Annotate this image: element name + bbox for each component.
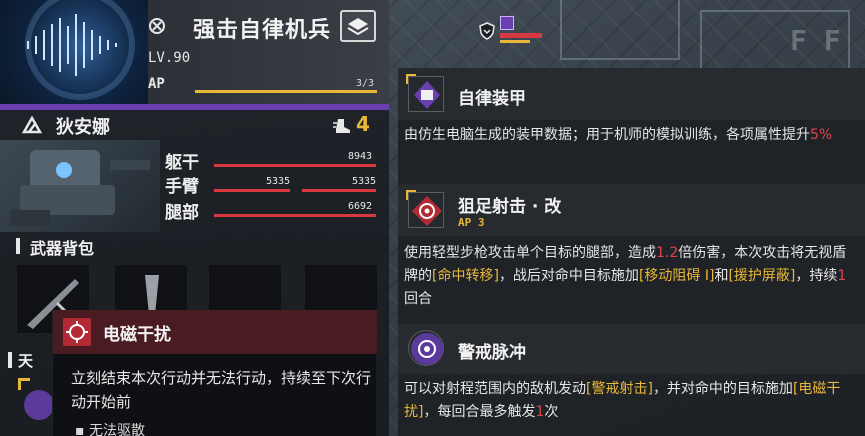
selection-corner xyxy=(18,378,30,390)
skill-ap-cost: AP 3 xyxy=(458,216,485,229)
pilot-name: 狄安娜 xyxy=(56,117,110,138)
voice-waveform-portrait xyxy=(0,0,148,104)
skill-desc-text: 由仿生电脑生成的装甲数据；用于机师的模拟训练，各项属性提升 xyxy=(404,127,810,143)
skill-name-pulse: 警戒脉冲 xyxy=(458,343,526,363)
tooltip-description: 立刻结束本次行动并无法行动，持续至下次行动开始前 xyxy=(71,369,372,411)
skill-desc-armor: 由仿生电脑生成的装甲数据；用于机师的模拟训练，各项属性提升5% xyxy=(404,124,860,147)
skill-desc-text: ，持续 xyxy=(795,268,838,284)
part-hp-bar-torso xyxy=(214,164,376,167)
part-name-arms: 手臂 xyxy=(165,177,199,197)
section-marker xyxy=(16,238,20,254)
skill-desc-text: 回合 xyxy=(404,291,432,307)
tooltip-title: 电磁干扰 xyxy=(103,325,171,345)
skill-desc-highlight: 1.2 xyxy=(656,245,679,261)
skill-desc-snipe: 使用轻型步枪攻击单个目标的腿部，造成1.2倍伤害，本次攻击将无视盾牌的[命中转移… xyxy=(404,242,860,311)
enemy-unit-marker[interactable] xyxy=(478,16,568,46)
mech-silhouette-icon xyxy=(10,150,150,226)
auto-armor-skill-icon[interactable] xyxy=(408,76,444,112)
crosshair-skill-icon[interactable] xyxy=(408,192,444,228)
skill-desc-text: ，每回合最多触发 xyxy=(423,404,536,420)
rarity-stripe xyxy=(0,104,389,110)
skill-desc-text: 使用轻型步枪攻击单个目标的腿部，造成 xyxy=(404,245,656,261)
enemy-shield-bar xyxy=(500,40,530,43)
map-floor-marking: F F xyxy=(790,24,841,57)
skill-desc-text: ，并对命中的目标施加 xyxy=(652,381,793,397)
skill-desc-text: 和 xyxy=(714,268,729,284)
skill-desc-highlight: 1 xyxy=(837,268,847,284)
ap-count: 3/3 xyxy=(356,78,375,89)
part-hp-bar-arm-left xyxy=(214,189,290,192)
skills-panel: 自律装甲 由仿生电脑生成的装甲数据；用于机师的模拟训练，各项属性提升5% 狙足射… xyxy=(398,68,865,436)
part-name-legs: 腿部 xyxy=(165,203,199,223)
part-value-legs: 6692 xyxy=(348,201,373,212)
skill-desc-highlight: 5% xyxy=(810,127,833,143)
status-effect-tooltip: 电磁干扰 立刻结束本次行动并无法行动，持续至下次行动开始前 ▪ 无法驱散 xyxy=(52,310,377,436)
part-name-torso: 躯干 xyxy=(165,153,199,173)
tooltip-bullet: ▪ 无法驱散 xyxy=(75,423,145,436)
part-hp-bar-legs xyxy=(214,214,376,217)
ap-label: AP xyxy=(148,76,165,92)
weapon-section-header: 武器背包 xyxy=(16,236,386,258)
enemy-class-icon xyxy=(500,16,514,30)
mech-portrait xyxy=(0,140,160,232)
part-value-arm-left: 5335 xyxy=(266,176,291,187)
movement-boot-icon xyxy=(333,119,350,133)
mech-name: 强击自律机兵 xyxy=(193,18,332,43)
skill-name-armor: 自律装甲 xyxy=(458,89,526,109)
movement-value: 4 xyxy=(356,112,370,136)
crosshair-class-icon xyxy=(149,18,165,34)
layers-icon xyxy=(347,18,369,36)
section-marker xyxy=(8,352,12,368)
skill-section-title: 天 xyxy=(18,352,34,370)
skill-desc-pulse: 可以对射程范围内的敌机发动[警戒射击]，并对命中的目标施加[电磁干扰]，每回合最… xyxy=(404,378,860,424)
skill-desc-keyword[interactable]: [移动阻碍 Ⅰ] xyxy=(639,268,715,284)
skill-desc-keyword[interactable]: [命中转移] xyxy=(432,268,499,284)
weapon-section-title: 武器背包 xyxy=(30,239,95,258)
skill-desc-keyword[interactable]: [警戒射击] xyxy=(586,381,653,397)
part-value-arm-right: 5335 xyxy=(352,176,377,187)
layers-toggle-button[interactable] xyxy=(340,10,376,42)
skill-desc-keyword[interactable]: [援护屏蔽] xyxy=(728,268,795,284)
part-value-torso: 8943 xyxy=(348,151,373,162)
pilot-rank-icon xyxy=(22,116,42,134)
enemy-shield-icon xyxy=(479,22,495,40)
skill-desc-text: 次 xyxy=(544,404,559,420)
skill-desc-text: ，战后对命中目标施加 xyxy=(498,268,639,284)
skill-name-snipe: 狙足射击 · 改 xyxy=(458,197,562,217)
ap-bar xyxy=(195,90,377,93)
part-hp-bar-arm-right xyxy=(302,189,376,192)
pulse-skill-icon[interactable] xyxy=(408,330,444,366)
skill-desc-text: 可以对射程范围内的敌机发动 xyxy=(404,381,586,397)
enemy-hp-bar xyxy=(500,33,542,38)
tooltip-header: 电磁干扰 xyxy=(53,310,377,354)
skill-thumbnail-icon[interactable] xyxy=(24,390,54,420)
waveform-icon xyxy=(25,0,135,100)
emp-effect-icon xyxy=(63,318,91,346)
unit-level: LV.90 xyxy=(148,50,191,66)
map-tile xyxy=(560,0,680,60)
ap-bar-fill xyxy=(195,90,377,93)
